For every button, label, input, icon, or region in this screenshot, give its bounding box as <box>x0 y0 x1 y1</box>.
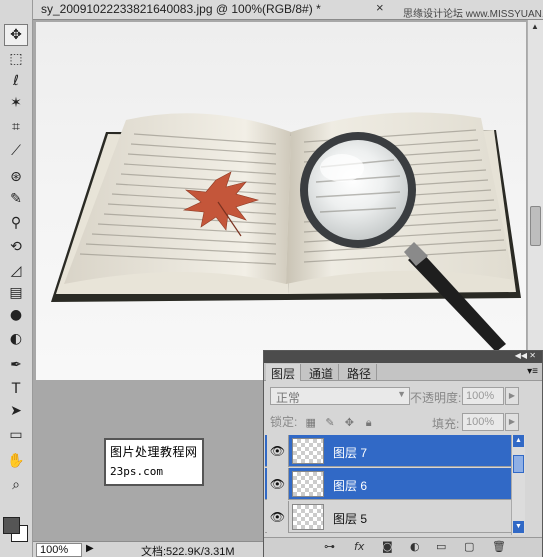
status-menu-icon[interactable]: ▶ <box>86 543 94 554</box>
layer-thumbnail <box>292 471 324 497</box>
eye-icon[interactable]: 👁︎ <box>267 501 289 533</box>
scroll-thumb[interactable] <box>513 455 524 473</box>
tab-layers[interactable]: 图层 <box>266 364 302 381</box>
scroll-up-icon[interactable]: ▲ <box>531 22 539 31</box>
layers-scrollbar[interactable]: ▲ ▼ <box>511 435 525 535</box>
panel-menu-icon[interactable]: ▾≡ <box>527 366 538 377</box>
layers-footer: ⊶ fx ◙ ◐ ▭ ▢ 🗑︎ <box>264 537 542 557</box>
panel-collapse-icon[interactable]: ◀◀ ✕ <box>515 351 536 360</box>
panel-titlebar: ◀◀ ✕ <box>264 351 542 363</box>
document-canvas[interactable] <box>36 22 526 380</box>
eye-icon[interactable]: 👁︎ <box>267 435 289 467</box>
logo-url: 23ps.com <box>110 465 163 478</box>
hand-icon[interactable]: ✋ <box>4 450 28 472</box>
scroll-up-icon[interactable]: ▲ <box>513 435 524 447</box>
layer-thumbnail <box>292 504 324 530</box>
modified-marker: * <box>316 2 321 16</box>
opacity-label: 不透明度: <box>410 391 462 405</box>
mask-icon[interactable]: ◙ <box>382 540 393 553</box>
magic-wand-icon[interactable]: ✶ <box>4 92 28 114</box>
healing-brush-icon[interactable]: ⊛ <box>4 166 28 188</box>
fill-slider-icon[interactable]: ▶ <box>505 413 519 431</box>
chevron-down-icon: ▼ <box>397 389 406 399</box>
document-tab[interactable]: sy_20091022233821640083.jpg @ 100%(RGB/8… <box>41 2 321 16</box>
lock-row: 锁定: ▦ ✎ ✥ 🔒︎ <box>270 413 375 430</box>
document-info: 文档:522.9K/3.31M <box>141 546 235 557</box>
shape-icon[interactable]: ▭ <box>4 424 28 446</box>
lock-label: 锁定: <box>270 415 298 429</box>
trash-icon[interactable]: 🗑︎ <box>492 540 506 553</box>
marquee-icon[interactable]: ⬚ <box>4 48 28 70</box>
layer-row[interactable]: 👁︎ 图层 5 <box>265 501 511 533</box>
clone-stamp-icon[interactable]: ⚲ <box>4 212 28 234</box>
opacity-field[interactable]: 100% <box>462 387 504 405</box>
gradient-icon[interactable]: ▤ <box>4 282 28 304</box>
logo-title: 图片处理教程网 <box>110 445 198 459</box>
layer-row[interactable]: 👁︎ 图层 6 <box>265 468 511 500</box>
panel-tabs: 图层 通道 路径 ▾≡ <box>264 363 542 381</box>
layer-row[interactable]: 👁︎ 图层 7 <box>265 435 511 467</box>
lock-transparency-icon[interactable]: ▦ <box>305 416 317 429</box>
layers-panel: ◀◀ ✕ 图层 通道 路径 ▾≡ 正常 ▼ 不透明度: 100% ▶ 锁定: ▦… <box>263 350 543 557</box>
tab-channels[interactable]: 通道 <box>304 364 340 381</box>
lock-pixels-icon[interactable]: ✎ <box>324 416 336 429</box>
group-icon[interactable]: ▭ <box>436 540 446 553</box>
adjustment-icon[interactable]: ◐ <box>410 540 420 553</box>
link-icon[interactable]: ⊶ <box>324 540 335 553</box>
eye-icon[interactable]: 👁︎ <box>267 468 289 500</box>
site-logo: 图片处理教程网 23ps.com <box>104 438 204 486</box>
layer-name: 图层 6 <box>333 479 368 493</box>
layer-name: 图层 7 <box>333 446 368 460</box>
layers-list: 👁︎ 图层 7 👁︎ 图层 6 👁︎ 图层 5 <box>265 435 511 535</box>
scroll-thumb[interactable] <box>530 206 541 246</box>
zoom-field[interactable]: 100% <box>36 543 82 557</box>
blend-mode-value: 正常 <box>276 391 301 405</box>
foreground-color-swatch[interactable] <box>3 517 20 534</box>
type-icon[interactable]: T <box>4 378 28 400</box>
blur-icon[interactable]: ● <box>4 304 28 326</box>
eraser-icon[interactable]: ◿ <box>4 260 28 282</box>
zoom-icon[interactable]: ⌕ <box>4 474 28 496</box>
path-selection-icon[interactable]: ➤ <box>4 400 28 422</box>
pen-icon[interactable]: ✒ <box>4 354 28 376</box>
document-title: sy_20091022233821640083.jpg @ 100%(RGB/8… <box>41 2 313 16</box>
lock-all-icon[interactable]: 🔒︎ <box>363 416 375 430</box>
document-tab-bar: sy_20091022233821640083.jpg @ 100%(RGB/8… <box>33 0 543 20</box>
fill-field[interactable]: 100% <box>462 413 504 431</box>
history-brush-icon[interactable]: ⟲ <box>4 236 28 258</box>
layer-name: 图层 5 <box>333 512 368 526</box>
canvas-scrollbar[interactable]: ▲ <box>527 20 543 380</box>
opacity-slider-icon[interactable]: ▶ <box>505 387 519 405</box>
layer-thumbnail <box>292 438 324 464</box>
eyedropper-icon[interactable]: ⟋ <box>4 140 28 162</box>
book-image <box>51 112 521 352</box>
brush-icon[interactable]: ✎ <box>4 188 28 210</box>
close-icon[interactable]: × <box>376 0 384 15</box>
crop-icon[interactable]: ⌗ <box>4 116 28 138</box>
fill-label: 填充: <box>432 417 460 431</box>
new-layer-icon[interactable]: ▢ <box>464 540 474 553</box>
lasso-icon[interactable]: ℓ <box>4 70 28 92</box>
tab-paths[interactable]: 路径 <box>342 364 378 381</box>
tools-panel: ✥ ⬚ ℓ ✶ ⌗ ⟋ ⊛ ✎ ⚲ ⟲ ◿ ▤ ● ◐ ✒ T ➤ ▭ ✋ ⌕ <box>0 0 33 557</box>
scroll-down-icon[interactable]: ▼ <box>513 521 524 533</box>
fx-icon[interactable]: fx <box>354 540 364 553</box>
status-bar: 100% ▶ 文档:522.9K/3.31M <box>33 541 263 557</box>
dodge-icon[interactable]: ◐ <box>4 328 28 350</box>
site-watermark: 思缘设计论坛 www.MISSYUAN.COM <box>403 9 543 20</box>
blend-mode-select[interactable]: 正常 ▼ <box>270 387 410 405</box>
lock-position-icon[interactable]: ✥ <box>343 416 355 429</box>
move-icon[interactable]: ✥ <box>4 24 28 46</box>
